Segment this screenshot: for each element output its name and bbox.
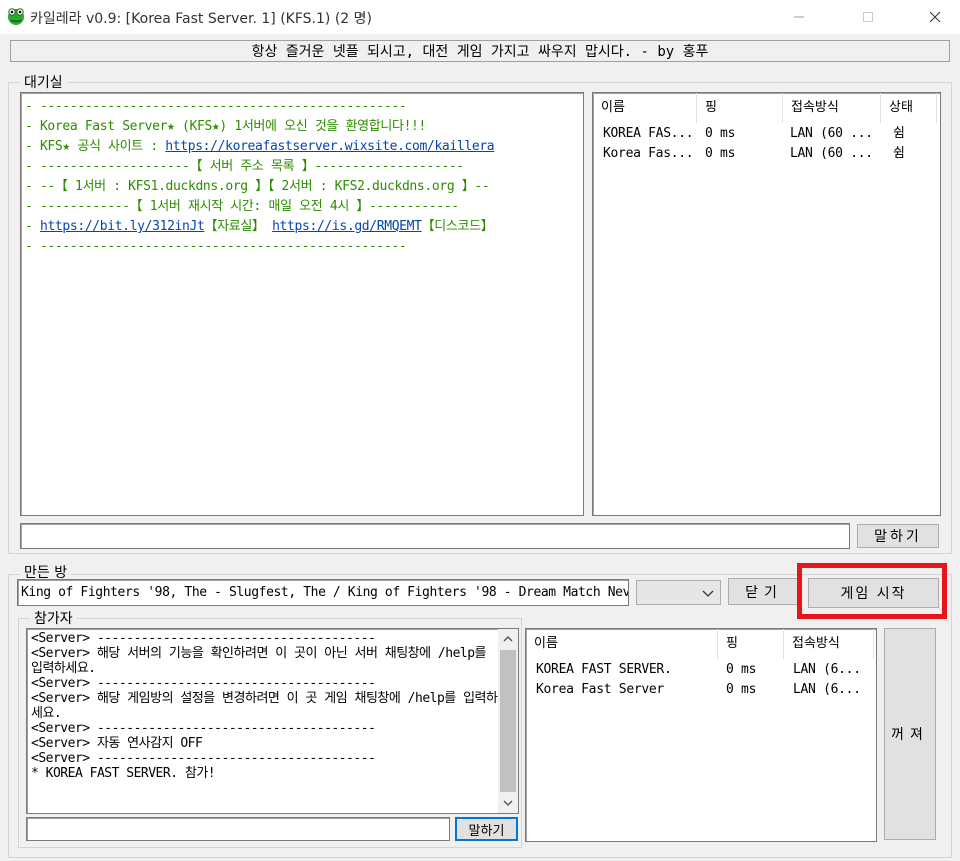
- scroll-down-button[interactable]: [500, 795, 516, 811]
- chat-line: - --【 1서버 : KFS1.duckdns.org 】【 2서버 : KF…: [25, 177, 579, 197]
- lobby-say-button[interactable]: 말하기: [857, 524, 939, 548]
- close-room-button[interactable]: 닫기: [728, 578, 800, 605]
- close-icon: [929, 11, 941, 23]
- room-chat-log[interactable]: <Server> -------------------------------…: [26, 628, 519, 814]
- chat-link[interactable]: https://is.gd/RMQEMT: [272, 219, 422, 234]
- room-chat-input[interactable]: [26, 817, 450, 841]
- chevron-up-icon: [503, 636, 513, 642]
- room-user-connection: LAN (6...: [793, 682, 861, 697]
- chat-text: 【자료실】: [204, 219, 273, 234]
- room-say-button[interactable]: 말하기: [455, 817, 518, 841]
- lobby-user-status: 쉼: [893, 146, 905, 161]
- column-header-status[interactable]: 상태: [881, 93, 937, 123]
- announcement-marquee: 항상 즐거운 넷플 되시고, 대전 게임 가지고 싸우지 맙시다. - by 홍…: [10, 40, 950, 62]
- chat-line: - --------------------------------------…: [25, 97, 579, 117]
- chat-text: - KFS★ 공식 사이트 :: [25, 139, 166, 154]
- chevron-down-icon: [503, 800, 513, 806]
- chat-link[interactable]: https://bit.ly/312inJt: [40, 219, 205, 234]
- chat-line: - --------------------【 서버 주소 목록 】------…: [25, 157, 579, 177]
- column-header-ping[interactable]: 핑: [718, 629, 784, 659]
- room-user-connection: LAN (6...: [793, 662, 861, 677]
- players-label: 참가자: [30, 608, 77, 628]
- chat-text: - ------------【 1서버 재시작 시간: 매일 오전 4시 】--…: [25, 199, 459, 214]
- chevron-down-icon: [702, 590, 714, 597]
- lobby-user-ping: 0 ms: [705, 146, 736, 161]
- minimize-icon: [794, 16, 804, 18]
- scroll-up-button[interactable]: [500, 631, 516, 647]
- column-header-connection[interactable]: 접속방식: [783, 93, 881, 123]
- room-user-list[interactable]: 이름 핑 접속방식 KOREA FAST SERVER. 0 ms LAN (6…: [525, 628, 877, 842]
- lobby-chat-log[interactable]: - --------------------------------------…: [20, 92, 584, 516]
- lobby-user-name[interactable]: KOREA FAS...: [603, 124, 694, 144]
- column-header-name[interactable]: 이름: [526, 629, 718, 659]
- chat-text: -: [25, 219, 40, 234]
- chat-line: - https://bit.ly/312inJt【자료실】 https://is…: [25, 217, 579, 237]
- lobby-user-connection: LAN (60 ...: [790, 146, 873, 161]
- lobby-chat-input[interactable]: [20, 523, 850, 549]
- room-name-field[interactable]: King of Fighters '98, The - Slugfest, Th…: [17, 579, 629, 606]
- maximize-button[interactable]: [845, 0, 891, 34]
- chat-line: - Korea Fast Server★ (KFS★) 1서버에 오신 것을 환…: [25, 117, 579, 137]
- chat-text: - Korea Fast Server★ (KFS★) 1서버에 오신 것을 환…: [25, 119, 427, 134]
- chat-text: 【디스코드】: [421, 219, 494, 234]
- maximize-icon: [863, 12, 873, 22]
- lobby-user-status: 쉼: [893, 126, 905, 141]
- highlight-annotation: [797, 563, 947, 619]
- room-option-select[interactable]: [636, 580, 721, 605]
- chat-text: - --------------------【 서버 주소 목록 】------…: [25, 159, 464, 174]
- room-user-ping: 0 ms: [726, 662, 757, 677]
- kick-player-button[interactable]: 꺼져: [884, 628, 936, 840]
- room-user-name[interactable]: Korea Fast Server: [536, 680, 664, 700]
- column-header-name[interactable]: 이름: [593, 93, 697, 123]
- column-header-connection[interactable]: 접속방식: [784, 629, 874, 659]
- close-window-button[interactable]: [912, 0, 958, 34]
- lobby-label: 대기실: [20, 72, 67, 92]
- chat-text: - --------------------------------------…: [25, 239, 407, 254]
- lobby-user-connection: LAN (60 ...: [790, 126, 873, 141]
- chat-line: - KFS★ 공식 사이트 : https://koreafastserver.…: [25, 137, 579, 157]
- room-chat-text: <Server> -------------------------------…: [31, 631, 498, 781]
- frog-app-icon: [8, 8, 24, 25]
- lobby-user-list[interactable]: 이름 핑 접속방식 상태 KOREA FAS... 0 ms LAN (60 .…: [592, 92, 941, 516]
- room-user-name[interactable]: KOREA FAST SERVER.: [536, 660, 672, 680]
- minimize-button[interactable]: [776, 0, 822, 34]
- chat-text: - --【 1서버 : KFS1.duckdns.org 】【 2서버 : KF…: [25, 179, 490, 194]
- room-user-ping: 0 ms: [726, 682, 757, 697]
- window-title: 카일레라 v0.9: [Korea Fast Server. 1] (KFS.1…: [30, 11, 372, 27]
- chat-line: - --------------------------------------…: [25, 237, 579, 257]
- scrollbar-thumb[interactable]: [500, 650, 516, 792]
- chat-link[interactable]: https://koreafastserver.wixsite.com/kail…: [165, 139, 494, 154]
- chat-line: - ------------【 1서버 재시작 시간: 매일 오전 4시 】--…: [25, 197, 579, 217]
- lobby-user-ping: 0 ms: [705, 126, 736, 141]
- lobby-user-name[interactable]: Korea Fas...: [603, 144, 694, 164]
- chat-text: - --------------------------------------…: [25, 99, 407, 114]
- column-header-ping[interactable]: 핑: [697, 93, 783, 123]
